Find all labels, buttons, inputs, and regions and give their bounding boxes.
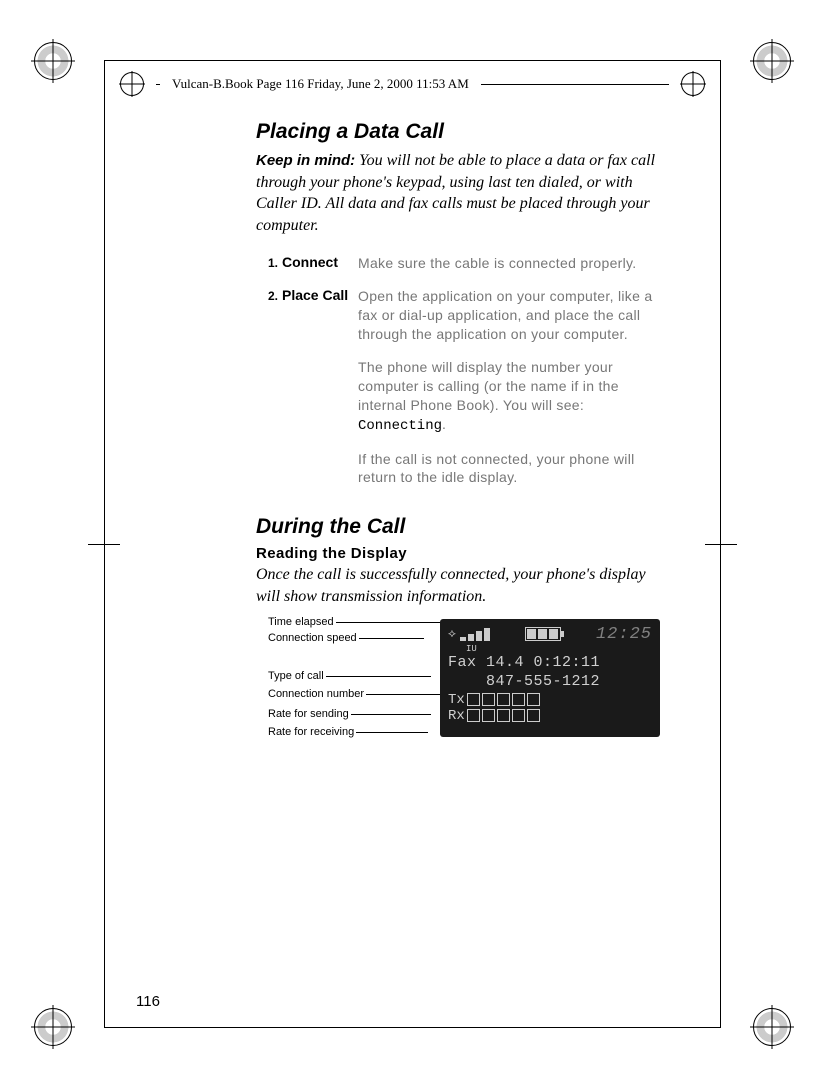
lcd-line: 847-555-1212 (448, 673, 652, 692)
antenna-icon: ⟡ (448, 627, 456, 641)
tx-label: Tx (448, 692, 465, 708)
step-text: . (442, 416, 446, 432)
step-number: 1. (256, 254, 278, 273)
battery-icon (525, 627, 561, 641)
lcd-clock: 12:25 (596, 625, 652, 644)
callout-label: Rate for receiving (268, 727, 354, 738)
crop-tick (705, 544, 737, 545)
leader-line (356, 732, 428, 733)
intro-paragraph: Keep in mind: You will not be able to pl… (256, 150, 656, 236)
step-label: Connect (282, 254, 354, 273)
registration-mark-icon (753, 42, 791, 80)
registration-mark-icon (34, 1008, 72, 1046)
keep-in-mind-label: Keep in mind: (256, 152, 355, 169)
step-label: Place Call (282, 287, 354, 344)
step-description: If the call is not connected, your phone… (358, 450, 656, 488)
step-number: 2. (256, 287, 278, 344)
target-icon (681, 72, 705, 96)
header-text: Vulcan-B.Book Page 116 Friday, June 2, 2… (172, 76, 469, 92)
section-heading: During the Call (256, 515, 656, 539)
intro-paragraph: Once the call is successfully connected,… (256, 564, 656, 607)
leader-line (366, 694, 441, 695)
step-description: The phone will display the number your c… (358, 358, 656, 436)
header-bar: Vulcan-B.Book Page 116 Friday, June 2, 2… (120, 72, 705, 96)
page-number: 116 (136, 993, 160, 1010)
divider (481, 84, 669, 85)
callout-label: Type of call (268, 671, 324, 682)
registration-mark-icon (753, 1008, 791, 1046)
callout-label: Rate for sending (268, 709, 349, 720)
display-diagram: Time elapsed Connection speed Type of ca… (268, 617, 656, 787)
callout-label: Time elapsed (268, 617, 334, 628)
signal-icon: ⟡ (448, 627, 490, 641)
leader-line (359, 638, 424, 639)
crop-line (104, 1027, 721, 1028)
registration-mark-icon (34, 42, 72, 80)
leader-line (326, 676, 431, 677)
lcd-indicator: IU (466, 644, 652, 654)
target-icon (120, 72, 144, 96)
callout-label: Connection speed (268, 633, 357, 644)
crop-tick (720, 536, 721, 552)
leader-line (351, 714, 431, 715)
step-description: Open the application on your computer, l… (358, 287, 656, 344)
callout-label: Connection number (268, 689, 364, 700)
crop-tick (104, 536, 105, 552)
lcd-line: Fax 14.4 0:12:11 (448, 654, 652, 673)
lcd-display: ⟡ 12:25 IU Fax 14.4 0:12:11 847-555-1212… (440, 619, 660, 737)
divider (156, 84, 160, 85)
rx-row: Rx (448, 708, 652, 724)
sub-heading: Reading the Display (256, 545, 656, 562)
step-text: The phone will display the number your c… (358, 359, 619, 413)
rx-label: Rx (448, 708, 465, 724)
crop-line (104, 60, 721, 61)
step-description: Make sure the cable is connected properl… (358, 254, 656, 273)
section-heading: Placing a Data Call (256, 120, 656, 144)
tx-row: Tx (448, 692, 652, 708)
steps-list: 1. Connect Make sure the cable is connec… (256, 254, 656, 487)
page-content: Placing a Data Call Keep in mind: You wi… (256, 120, 656, 787)
lcd-text: Connecting (358, 418, 442, 434)
